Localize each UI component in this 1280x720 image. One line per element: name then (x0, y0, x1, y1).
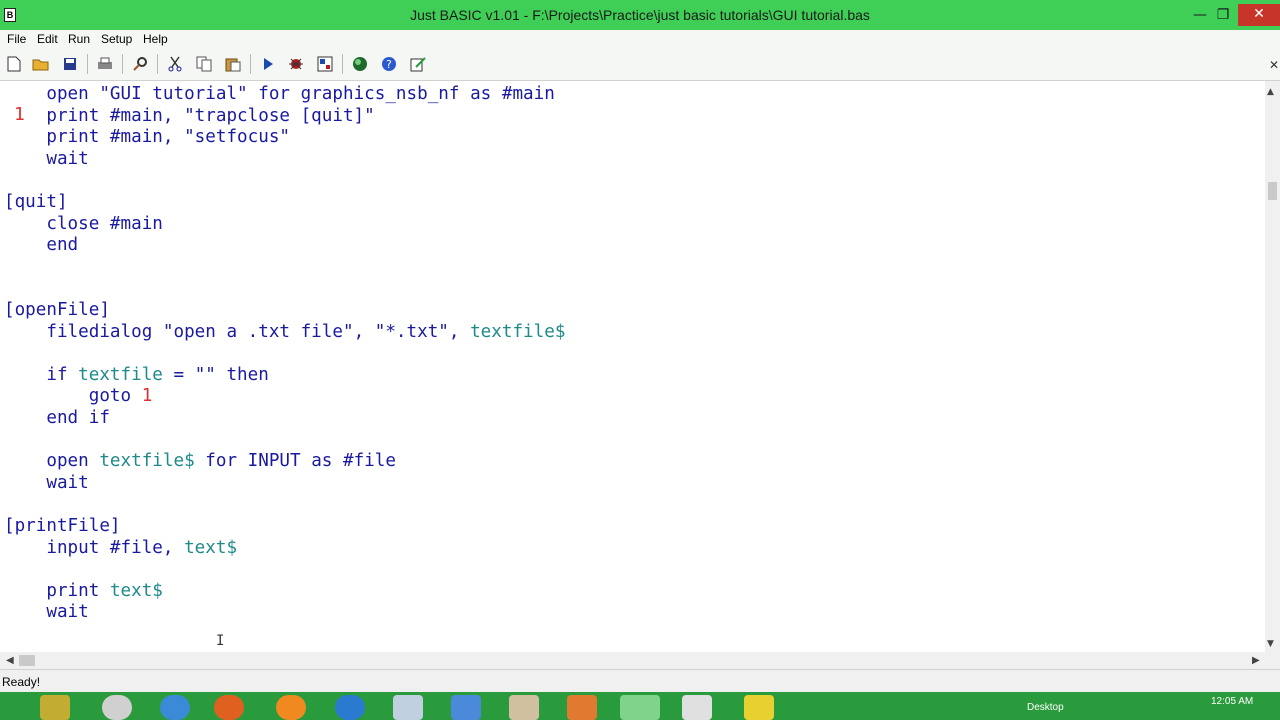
paint-task-icon[interactable] (509, 695, 539, 720)
app-task-icon[interactable] (335, 695, 365, 720)
maximize-button[interactable]: ❐ (1213, 5, 1233, 25)
code-line: print text$ (4, 580, 163, 601)
code-line: close #main (4, 213, 163, 234)
scrollbar-corner (1265, 652, 1280, 669)
clock[interactable]: 12:05 AM (1211, 696, 1253, 707)
title-bar: B Just BASIC v1.01 - F:\Projects\Practic… (0, 0, 1280, 30)
code-line: [openFile] (4, 300, 110, 320)
minimize-button[interactable]: — (1190, 5, 1210, 25)
gui-editor-icon[interactable] (316, 55, 334, 73)
code-line: open "GUI tutorial" for graphics_nsb_nf … (4, 84, 555, 104)
svg-text:?: ? (386, 58, 392, 71)
vertical-scrollbar[interactable]: ▲ ▼ (1265, 81, 1280, 652)
debug-icon[interactable] (287, 55, 305, 73)
tool-task-icon[interactable] (682, 695, 712, 720)
globe-icon[interactable] (351, 55, 369, 73)
desktop-label[interactable]: Desktop (1027, 702, 1064, 713)
new-file-icon[interactable] (5, 55, 23, 73)
save-icon[interactable] (61, 55, 79, 73)
toolbar-separator (157, 54, 158, 74)
run-icon[interactable] (259, 55, 277, 73)
code-line: end (4, 235, 79, 256)
cut-icon[interactable] (166, 55, 184, 73)
toolbar-separator (122, 54, 123, 74)
notes-icon[interactable] (409, 55, 427, 73)
code-line: print #main, "setfocus" (4, 127, 291, 148)
media-task-icon[interactable] (276, 695, 306, 720)
code-editor[interactable]: 1 open "GUI tutorial" for graphics_nsb_n… (0, 81, 1265, 652)
copy-icon[interactable] (195, 55, 213, 73)
status-text: Ready! (2, 675, 41, 689)
help-task-icon[interactable] (744, 695, 774, 720)
menu-bar: File Edit Run Setup Help (0, 30, 1280, 48)
horizontal-scrollbar[interactable]: ◀ ▶ (0, 652, 1265, 669)
text-cursor-icon: I (216, 633, 225, 649)
monitor-task-icon[interactable] (451, 695, 481, 720)
just-basic-task-icon[interactable] (620, 695, 660, 720)
close-doc-icon[interactable]: ✕ (1269, 58, 1279, 72)
menu-file[interactable]: File (7, 32, 26, 46)
code-line: end if (4, 408, 110, 428)
code-line: wait (4, 472, 89, 493)
toolbar-separator (87, 54, 88, 74)
ie-task-icon[interactable] (160, 695, 190, 720)
toolbar: ? (0, 48, 1280, 81)
print-icon[interactable] (96, 55, 114, 73)
status-bar: Ready! (0, 669, 1280, 693)
scroll-up-icon[interactable]: ▲ (1267, 87, 1274, 97)
taskbar: Desktop 12:05 AM (0, 692, 1280, 720)
close-button[interactable]: ✕ (1238, 4, 1280, 26)
code-line: goto 1 (88, 386, 153, 407)
hp-task-icon[interactable] (102, 695, 132, 720)
code-line: print #main, "trapclose [quit]" (4, 105, 375, 126)
menu-edit[interactable]: Edit (37, 32, 58, 46)
open-folder-icon[interactable] (32, 55, 50, 73)
window-task-icon[interactable] (393, 695, 423, 720)
code-line: input #file, text$ (4, 537, 238, 558)
code-line: wait (4, 148, 89, 169)
menu-run[interactable]: Run (68, 32, 90, 46)
scroll-left-icon[interactable]: ◀ (6, 655, 14, 666)
toolbar-separator (250, 54, 251, 74)
code-line: filedialog "open a .txt file", "*.txt", … (4, 321, 566, 342)
code-line: open textfile$ for INPUT as #file (4, 451, 396, 472)
horizontal-scroll-thumb[interactable] (19, 655, 35, 666)
window-title: Just BASIC v1.01 - F:\Projects\Practice\… (410, 7, 870, 23)
code-line: wait (4, 602, 89, 623)
find-icon[interactable] (131, 55, 149, 73)
scroll-right-icon[interactable]: ▶ (1252, 655, 1260, 666)
code-line: [printFile] (4, 516, 121, 536)
paste-icon[interactable] (224, 55, 242, 73)
code-line: [quit] (4, 192, 68, 212)
toolbar-separator (342, 54, 343, 74)
menu-help[interactable]: Help (143, 32, 168, 46)
scroll-down-icon[interactable]: ▼ (1267, 639, 1274, 649)
code-line: if textfile = "" then (4, 364, 269, 385)
vertical-scroll-thumb[interactable] (1268, 182, 1277, 200)
recorder-task-icon[interactable] (567, 695, 597, 720)
explorer-task-icon[interactable] (40, 695, 70, 720)
menu-setup[interactable]: Setup (101, 32, 132, 46)
help-icon[interactable]: ? (380, 55, 398, 73)
firefox-task-icon[interactable] (214, 695, 244, 720)
